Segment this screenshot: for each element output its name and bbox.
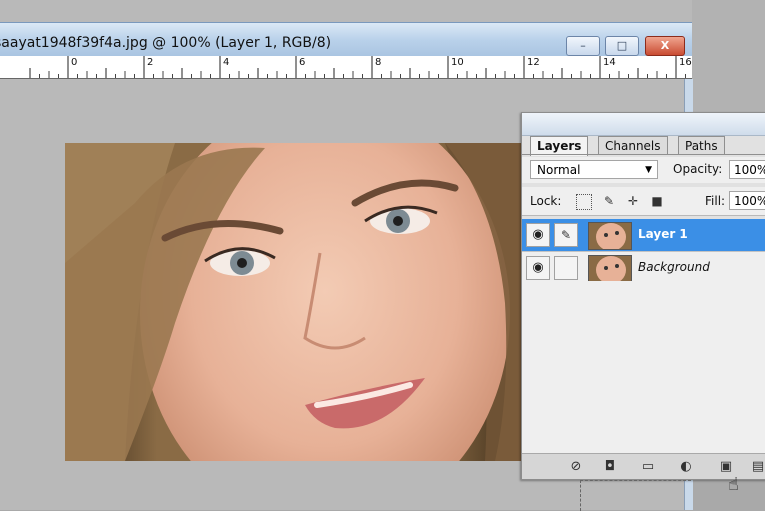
ruler-label: 12 <box>527 57 540 68</box>
lock-icon[interactable]: ■ <box>650 194 664 208</box>
layer-thumbnail <box>588 255 632 283</box>
close-icon: X <box>660 39 670 52</box>
close-button[interactable]: X <box>645 36 685 56</box>
opacity-label: Opacity: <box>673 162 723 176</box>
layer-name: Layer 1 <box>638 227 688 241</box>
minimize-icon: – <box>580 39 586 52</box>
blend-options-row: Normal ▼ Opacity: 100% <box>522 157 765 183</box>
add-mask-icon[interactable]: ◘ <box>602 459 618 474</box>
layers-list-empty-area[interactable] <box>522 281 765 453</box>
ruler-label: 2 <box>147 57 154 68</box>
lock-transparency-icon[interactable] <box>576 194 592 210</box>
portrait-photo[interactable] <box>65 143 525 461</box>
layer-name: Background <box>638 260 710 274</box>
tabs-divider <box>522 154 765 155</box>
maximize-icon: □ <box>616 39 628 52</box>
new-group-icon[interactable]: ▭ <box>640 459 656 474</box>
tab-channels[interactable]: Channels <box>598 136 668 155</box>
ruler-ticks <box>29 56 686 78</box>
ruler-label: 0 <box>71 57 78 68</box>
adjustment-layer-icon[interactable]: ◐ <box>678 459 694 474</box>
maximize-button[interactable]: □ <box>605 36 639 56</box>
ruler-label: 16 <box>679 57 692 68</box>
portrait-image <box>65 143 525 461</box>
brush-icon[interactable]: ✎ <box>602 194 616 208</box>
blend-mode-select[interactable]: Normal ▼ <box>530 160 658 179</box>
brush-icon: ✎ <box>554 223 578 247</box>
horizontal-ruler: 0 2 4 6 8 10 12 14 16 <box>0 56 692 79</box>
lock-label: Lock: <box>530 194 562 208</box>
blend-mode-value: Normal <box>537 163 581 177</box>
ruler-label: 4 <box>223 57 230 68</box>
layer-row-layer-1[interactable]: ◉ ✎ Layer 1 <box>522 219 765 252</box>
panel-header[interactable] <box>522 113 765 136</box>
lock-row: Lock: ✎ ✛ ■ Fill: 100% <box>522 187 765 216</box>
eye-icon[interactable]: ◉ <box>526 223 550 247</box>
fill-label: Fill: <box>705 194 726 208</box>
ruler-label: 10 <box>451 57 464 68</box>
desktop-background <box>0 0 765 24</box>
eye-icon[interactable]: ◉ <box>526 256 550 280</box>
layers-panel: Layers Channels Paths Normal ▼ Opacity: … <box>521 112 765 480</box>
mouse-cursor-icon: ☝ <box>728 474 739 495</box>
minimize-button[interactable]: – <box>566 36 600 56</box>
delete-layer-icon[interactable]: ▤ <box>750 459 765 474</box>
tab-layers[interactable]: Layers <box>530 136 589 156</box>
ruler-label: 14 <box>603 57 616 68</box>
new-layer-icon[interactable]: ▣ <box>718 459 734 474</box>
document-titlebar[interactable]: saayat1948f39f4a.jpg @ 100% (Layer 1, RG… <box>0 22 692 57</box>
chevron-down-icon: ▼ <box>645 165 652 175</box>
desktop-background-right <box>692 0 765 120</box>
document-title: saayat1948f39f4a.jpg @ 100% (Layer 1, RG… <box>0 35 332 51</box>
ruler-label: 8 <box>375 57 382 68</box>
selection-marquee <box>580 480 691 511</box>
fill-input[interactable]: 100% <box>729 191 765 210</box>
link-layers-icon[interactable]: ⊘ <box>568 459 584 474</box>
ruler-label: 6 <box>299 57 306 68</box>
layer-thumbnail <box>588 222 632 250</box>
tab-paths[interactable]: Paths <box>678 136 725 155</box>
opacity-input[interactable]: 100% <box>729 160 765 179</box>
link-cell <box>554 256 578 280</box>
move-icon[interactable]: ✛ <box>626 194 640 208</box>
